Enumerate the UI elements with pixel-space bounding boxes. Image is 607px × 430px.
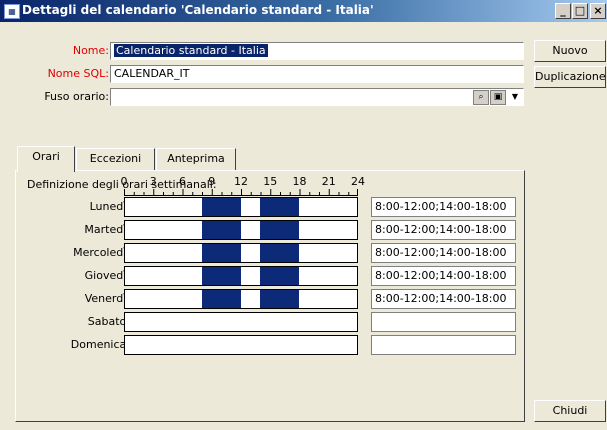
day-hours-field[interactable]: 8:00-12:00;14:00-18:00 [371, 243, 516, 263]
day-time-bar[interactable] [124, 197, 358, 217]
tab-anteprima[interactable]: Anteprima [156, 148, 236, 170]
day-hours-field[interactable] [371, 312, 516, 332]
schedule-block[interactable] [260, 267, 299, 285]
day-time-bar[interactable] [124, 312, 358, 332]
day-hours-field[interactable]: 8:00-12:00;14:00-18:00 [371, 266, 516, 286]
day-time-bar[interactable] [124, 266, 358, 286]
nome-field[interactable]: Calendario standard - Italia [110, 42, 524, 60]
day-row: Domenica: [16, 335, 526, 355]
duplicazione-button[interactable]: Duplicazione [534, 66, 606, 88]
title-bar: ▦ Dettagli del calendario 'Calendario st… [0, 0, 607, 22]
day-hours-field[interactable]: 8:00-12:00;14:00-18:00 [371, 197, 516, 217]
details-icon[interactable]: ▣ [490, 90, 506, 105]
hour-tick-label: 18 [292, 175, 307, 188]
day-label: Domenica: [70, 338, 130, 351]
day-time-bar[interactable] [124, 335, 358, 355]
calendar-app-icon[interactable]: ▦ [4, 4, 20, 19]
schedule-block[interactable] [202, 198, 241, 216]
nome-sql-label: Nome SQL: [47, 67, 109, 80]
hour-tick-label: 0 [120, 175, 128, 188]
schedule-block[interactable] [260, 290, 299, 308]
day-row: Venerdì: 8:00-12:00;14:00-18:00 [16, 289, 526, 309]
nome-value: Calendario standard - Italia [114, 44, 268, 57]
nuovo-button[interactable]: Nuovo [534, 40, 606, 62]
schedule-block[interactable] [260, 244, 299, 262]
close-icon[interactable]: × [590, 3, 606, 19]
chevron-down-icon[interactable]: ▼ [509, 90, 521, 103]
day-row: Lunedì: 8:00-12:00;14:00-18:00 [16, 197, 526, 217]
hour-tick-label: 15 [263, 175, 278, 188]
chiudi-button[interactable]: Chiudi [534, 400, 606, 422]
day-row: Mercoledì: 8:00-12:00;14:00-18:00 [16, 243, 526, 263]
nome-label: Nome: [72, 44, 109, 57]
schedule-block[interactable] [260, 198, 299, 216]
maximize-icon[interactable]: □ [572, 3, 588, 19]
schedule-block[interactable] [202, 290, 241, 308]
tab-eccezioni[interactable]: Eccezioni [76, 148, 155, 170]
hour-tick-label: 3 [149, 175, 157, 188]
hour-tick-label: 24 [351, 175, 365, 188]
search-icon[interactable]: ⌕ [473, 90, 489, 105]
hour-tick-label: 9 [208, 175, 216, 188]
day-row: Sabato: [16, 312, 526, 332]
tab-panel-orari: Definizione degli orari settimanali: 036… [15, 170, 525, 422]
hour-ruler [124, 189, 358, 196]
schedule-block[interactable] [202, 244, 241, 262]
minimize-icon[interactable]: _ [555, 3, 571, 19]
schedule-block[interactable] [202, 221, 241, 239]
nome-sql-field[interactable]: CALENDAR_IT [110, 65, 524, 83]
day-label: Mercoledì: [73, 246, 130, 259]
day-row: Martedì: 8:00-12:00;14:00-18:00 [16, 220, 526, 240]
hour-tick-label: 21 [321, 175, 336, 188]
schedule-block[interactable] [202, 267, 241, 285]
day-time-bar[interactable] [124, 220, 358, 240]
fuso-orario-field[interactable]: ⌕ ▣ ▼ [110, 88, 524, 106]
day-row: Giovedì: 8:00-12:00;14:00-18:00 [16, 266, 526, 286]
day-time-bar[interactable] [124, 243, 358, 263]
hour-tick-label: 12 [234, 175, 248, 188]
window-title: Dettagli del calendario 'Calendario stan… [22, 3, 374, 17]
tab-orari[interactable]: Orari [17, 146, 75, 172]
hour-tick-label: 6 [179, 175, 186, 188]
day-time-bar[interactable] [124, 289, 358, 309]
day-hours-field[interactable] [371, 335, 516, 355]
schedule-block[interactable] [260, 221, 299, 239]
fuso-orario-label: Fuso orario: [44, 90, 109, 103]
day-hours-field[interactable]: 8:00-12:00;14:00-18:00 [371, 220, 516, 240]
day-hours-field[interactable]: 8:00-12:00;14:00-18:00 [371, 289, 516, 309]
